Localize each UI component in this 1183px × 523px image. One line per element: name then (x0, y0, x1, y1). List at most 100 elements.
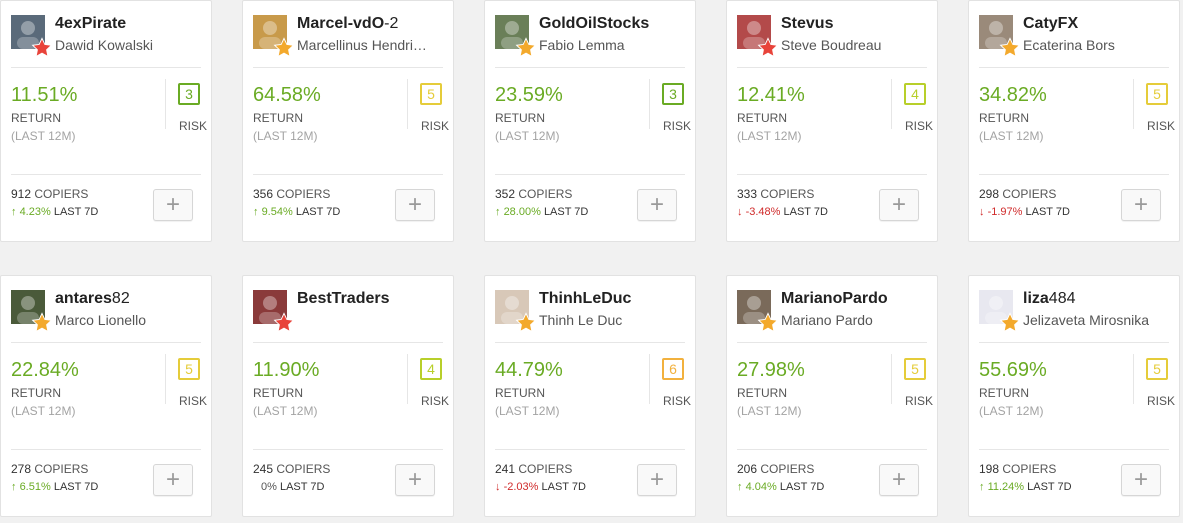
full-name: Fabio Lemma (539, 37, 625, 53)
trader-card[interactable]: liza484 Jelizaveta Mirosnika 55.69% RETURN (… (968, 275, 1180, 517)
copy-trader-button[interactable]: + (1121, 464, 1161, 496)
risk-score-badge: 5 (1146, 83, 1168, 105)
star-badge-icon (31, 312, 53, 333)
weekly-change: ↓ -3.48% LAST 7D (737, 206, 828, 218)
full-name: Steve Boudreau (781, 37, 882, 53)
trader-card[interactable]: antares82 Marco Lionello 22.84% RETURN (LAST… (0, 275, 212, 517)
avatar[interactable] (495, 290, 537, 333)
copiers-count: 356 COPIERS (253, 187, 330, 201)
weekly-change-value: -3.48% (745, 206, 781, 218)
weekly-change-value: 9.54% (261, 206, 293, 218)
copy-trader-button[interactable]: + (395, 189, 435, 221)
copiers-label: COPIERS (276, 187, 331, 201)
return-label: RETURN (495, 386, 545, 400)
weekly-change: 0% LAST 7D (253, 481, 324, 493)
vertical-divider (649, 354, 650, 404)
trader-card[interactable]: Stevus Steve Boudreau 12.41% RETURN (LAST 12… (726, 0, 938, 242)
trader-card[interactable]: BestTraders 11.90% RETURN (LAST 12M) 4 RISK 24… (242, 275, 454, 517)
avatar[interactable] (253, 290, 295, 333)
star-badge-icon (999, 37, 1021, 58)
avatar[interactable] (253, 15, 295, 58)
arrow-up-icon: ↑ (737, 481, 743, 493)
weekly-change-value: 0% (261, 481, 277, 493)
username[interactable]: ThinhLeDuc (539, 290, 631, 308)
avatar[interactable] (495, 15, 537, 58)
username[interactable]: GoldOilStocks (539, 15, 649, 33)
username[interactable]: 4exPirate (55, 15, 126, 33)
plus-icon: + (165, 466, 180, 493)
copiers-label: COPIERS (1002, 462, 1057, 476)
username[interactable]: Stevus (781, 15, 833, 33)
star-badge-icon (515, 37, 537, 58)
divider (253, 342, 443, 343)
vertical-divider (1133, 354, 1134, 404)
username[interactable]: BestTraders (297, 290, 390, 308)
divider (495, 342, 685, 343)
copiers-label: COPIERS (760, 462, 815, 476)
return-label: RETURN (11, 111, 61, 125)
risk-score-badge: 4 (904, 83, 926, 105)
divider (11, 342, 201, 343)
full-name: Marco Lionello (55, 312, 147, 328)
divider (979, 174, 1169, 175)
trader-card[interactable]: CatyFX Ecaterina Bors 34.82% RETURN (LAST 12… (968, 0, 1180, 242)
copiers-count: 245 COPIERS (253, 462, 330, 476)
divider (11, 174, 201, 175)
trader-card[interactable]: ThinhLeDuc Thinh Le Duc 44.79% RETURN (LAST … (484, 275, 696, 517)
weekly-change: ↑ 9.54% LAST 7D (253, 206, 340, 218)
copiers-number: 245 (253, 462, 274, 476)
vertical-divider (891, 79, 892, 129)
return-value: 44.79% (495, 359, 563, 381)
copy-trader-button[interactable]: + (879, 189, 919, 221)
trader-header: GoldOilStocks Fabio Lemma (495, 15, 685, 58)
return-value: 34.82% (979, 84, 1047, 106)
username[interactable]: CatyFX (1023, 15, 1078, 33)
return-value: 11.51% (11, 84, 78, 106)
trader-card[interactable]: MarianoPardo Mariano Pardo 27.98% RETURN (LA… (726, 275, 938, 517)
copiers-number: 206 (737, 462, 758, 476)
risk-label: RISK (1147, 119, 1176, 133)
risk-label: RISK (179, 394, 208, 408)
avatar[interactable] (11, 290, 53, 333)
trader-card[interactable]: GoldOilStocks Fabio Lemma 23.59% RETURN (LAS… (484, 0, 696, 242)
avatar[interactable] (11, 15, 53, 58)
risk-label: RISK (905, 394, 934, 408)
copiers-number: 352 (495, 187, 516, 201)
copy-trader-button[interactable]: + (879, 464, 919, 496)
avatar[interactable] (979, 15, 1021, 58)
username[interactable]: Marcel-vdO-2 (297, 15, 398, 33)
copy-trader-button[interactable]: + (1121, 189, 1161, 221)
risk-score-badge: 5 (420, 83, 442, 105)
full-name: Jelizaveta Mirosnika (1023, 312, 1150, 328)
weekly-change-label: LAST 7D (1027, 481, 1072, 493)
avatar[interactable] (737, 290, 779, 333)
return-value: 22.84% (11, 359, 79, 381)
risk-label: RISK (905, 119, 934, 133)
risk-label: RISK (663, 394, 692, 408)
return-period-label: (LAST 12M) (253, 404, 318, 418)
copy-trader-button[interactable]: + (637, 464, 677, 496)
copiers-label: COPIERS (1002, 187, 1057, 201)
avatar[interactable] (979, 290, 1021, 333)
risk-score-badge: 5 (1146, 358, 1168, 380)
arrow-up-icon: ↑ (495, 206, 501, 218)
return-period-label: (LAST 12M) (737, 129, 802, 143)
avatar[interactable] (737, 15, 779, 58)
copy-trader-button[interactable]: + (153, 464, 193, 496)
copiers-count: 352 COPIERS (495, 187, 572, 201)
copy-trader-button[interactable]: + (153, 189, 193, 221)
return-period-label: (LAST 12M) (737, 404, 802, 418)
copy-trader-button[interactable]: + (637, 189, 677, 221)
divider (495, 449, 685, 450)
divider (979, 67, 1169, 68)
plus-icon: + (165, 191, 180, 218)
username[interactable]: antares82 (55, 290, 130, 308)
username[interactable]: MarianoPardo (781, 290, 888, 308)
username[interactable]: liza484 (1023, 290, 1076, 308)
trader-card[interactable]: 4exPirate Dawid Kowalski 11.51% RETURN (LAST… (0, 0, 212, 242)
return-label: RETURN (979, 111, 1029, 125)
risk-score-badge: 4 (420, 358, 442, 380)
trader-card[interactable]: Marcel-vdO-2 Marcellinus Hendri… 64.58% RET… (242, 0, 454, 242)
divider (979, 449, 1169, 450)
copy-trader-button[interactable]: + (395, 464, 435, 496)
